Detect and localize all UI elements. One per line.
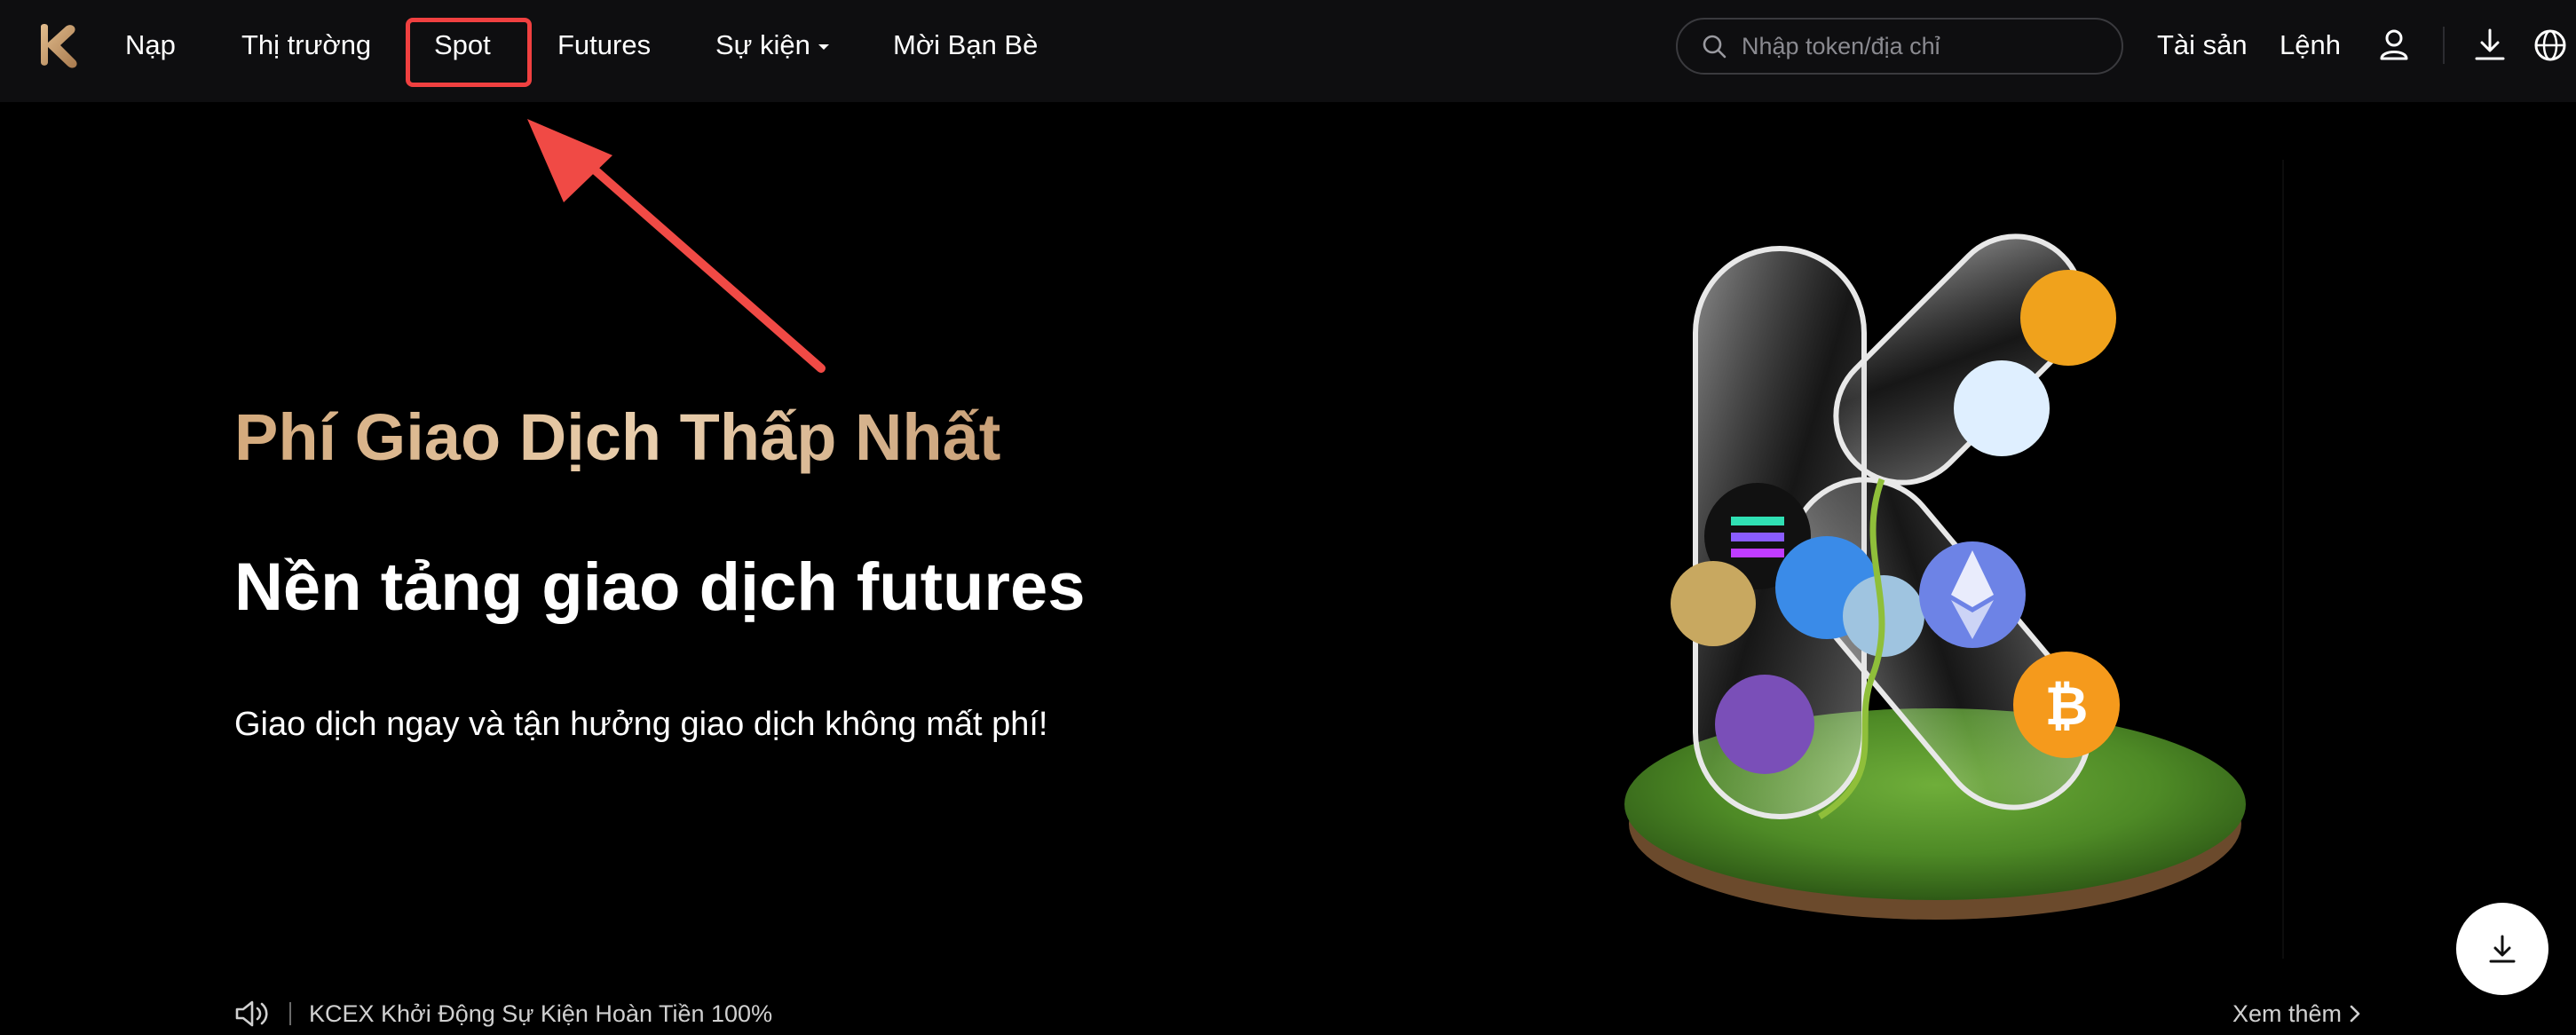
search-box[interactable]	[1676, 18, 2123, 75]
pepe-coin-icon	[1715, 675, 1814, 774]
nav-orders[interactable]: Lệnh	[2280, 0, 2341, 91]
hero-illustration: ₿	[1624, 233, 2246, 920]
see-more-label: Xem thêm	[2232, 999, 2342, 1027]
spot-highlight-box	[406, 18, 532, 87]
see-more-link[interactable]: Xem thêm	[2232, 992, 2361, 1035]
floki-coin-icon	[2020, 270, 2116, 366]
hero-title: Nền tảng giao dịch futures	[234, 549, 1086, 625]
caret-down-icon	[818, 43, 829, 50]
nav-divider	[2443, 27, 2445, 64]
nav-events[interactable]: Sự kiện	[715, 0, 830, 91]
hero-description: Giao dịch ngay và tận hưởng giao dịch kh…	[234, 706, 1048, 743]
pudgy-penguin-coin-icon	[1954, 360, 2050, 456]
svg-text:₿: ₿	[2045, 676, 2089, 736]
speaker-icon	[235, 1000, 268, 1027]
announcement-bar[interactable]: KCEX Khởi Động Sự Kiện Hoàn Tiền 100%	[234, 992, 772, 1035]
top-navigation: Nạp Thị trường Spot Futures Sự kiện Mời …	[0, 0, 2576, 102]
page: Nạp Thị trường Spot Futures Sự kiện Mời …	[0, 0, 2576, 1035]
hero-divider	[2282, 160, 2284, 959]
download-icon	[2489, 935, 2516, 963]
user-icon[interactable]	[2372, 23, 2416, 67]
nav-events-label: Sự kiện	[715, 29, 810, 60]
download-icon[interactable]	[2468, 23, 2512, 67]
annotation-arrow	[527, 119, 826, 373]
download-app-button[interactable]	[2456, 903, 2548, 995]
kcex-logo-icon[interactable]	[36, 20, 85, 69]
nav-assets[interactable]: Tài sản	[2157, 0, 2248, 91]
globe-icon[interactable]	[2528, 23, 2572, 67]
nav-deposit[interactable]: Nạp	[125, 0, 176, 91]
announcement-separator	[289, 1002, 291, 1025]
hero-subtitle: Phí Giao Dịch Thấp Nhất	[234, 400, 1001, 474]
chevron-right-icon	[2350, 1005, 2360, 1023]
nav-markets[interactable]: Thị trường	[241, 0, 371, 91]
nav-invite-friends[interactable]: Mời Bạn Bè	[893, 0, 1038, 91]
search-icon	[1703, 35, 1727, 59]
nav-futures[interactable]: Futures	[557, 0, 651, 91]
announcement-text[interactable]: KCEX Khởi Động Sự Kiện Hoàn Tiền 100%	[309, 1000, 772, 1028]
search-input[interactable]	[1742, 32, 2122, 60]
dogecoin-icon	[1671, 561, 1756, 646]
